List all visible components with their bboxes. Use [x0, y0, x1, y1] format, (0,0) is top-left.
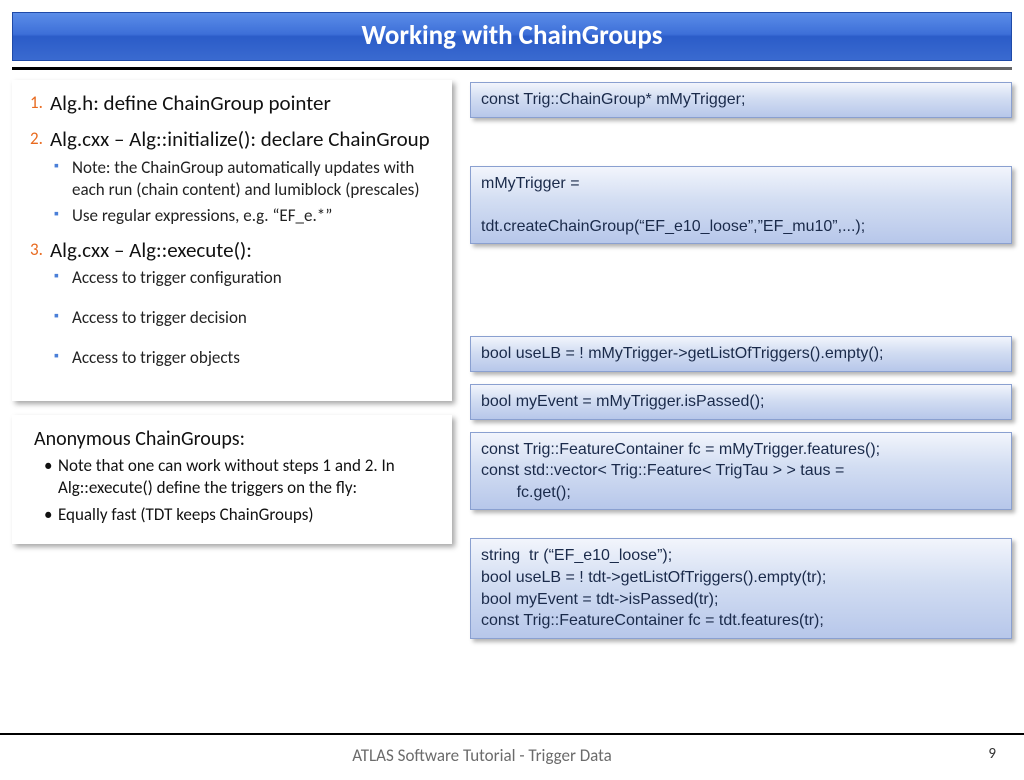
step-3-head: Alg.cxx – Alg::execute(): — [30, 237, 436, 263]
step-3-sub-2: Access to trigger decision — [54, 307, 436, 329]
page-number: 9 — [964, 745, 1024, 766]
code-box-1: const Trig::ChainGroup* mMyTrigger; — [470, 82, 1012, 118]
step-3: Alg.cxx – Alg::execute(): Access to trig… — [30, 237, 436, 370]
step-3-subs: Access to trigger configuration Access t… — [54, 267, 436, 369]
code-box-5: const Trig::FeatureContainer fc = mMyTri… — [470, 432, 1012, 511]
step-1-head: Alg.h: define ChainGroup pointer — [30, 90, 436, 116]
anonymous-head: Anonymous ChainGroups: — [34, 427, 436, 451]
anonymous-sub-2: Equally fast (TDT keeps ChainGroups) — [44, 504, 436, 526]
slide-title: Working with ChainGroups — [12, 12, 1012, 61]
footer-text: ATLAS Software Tutorial - Trigger Data — [0, 745, 964, 766]
step-2-sub-1: Note: the ChainGroup automatically updat… — [54, 157, 436, 201]
right-column: const Trig::ChainGroup* mMyTrigger; mMyT… — [470, 80, 1012, 651]
main-steps-list: Alg.h: define ChainGroup pointer Alg.cxx… — [30, 90, 436, 369]
step-2-head: Alg.cxx – Alg::initialize(): declare Cha… — [30, 126, 436, 152]
code-box-3: bool useLB = ! mMyTrigger->getListOfTrig… — [470, 336, 1012, 372]
slide-body: Alg.h: define ChainGroup pointer Alg.cxx… — [0, 70, 1024, 651]
step-2-sub-2: Use regular expressions, e.g. “EF_e.*” — [54, 205, 436, 227]
anonymous-sub-1: Note that one can work without steps 1 a… — [44, 455, 436, 499]
left-column: Alg.h: define ChainGroup pointer Alg.cxx… — [12, 80, 452, 651]
code-box-4: bool myEvent = mMyTrigger.isPassed(); — [470, 384, 1012, 420]
code-box-6: string tr (“EF_e10_loose”); bool useLB =… — [470, 538, 1012, 638]
step-3-sub-3: Access to trigger objects — [54, 347, 436, 369]
step-3-sub-1: Access to trigger configuration — [54, 267, 436, 289]
slide-footer: ATLAS Software Tutorial - Trigger Data 9 — [0, 733, 1024, 766]
code-box-2: mMyTrigger = tdt.createChainGroup(“EF_e1… — [470, 166, 1012, 245]
step-1: Alg.h: define ChainGroup pointer — [30, 90, 436, 116]
anonymous-card: Anonymous ChainGroups: Note that one can… — [12, 415, 452, 543]
main-steps-card: Alg.h: define ChainGroup pointer Alg.cxx… — [12, 80, 452, 401]
step-2-subs: Note: the ChainGroup automatically updat… — [54, 157, 436, 227]
anonymous-subs: Note that one can work without steps 1 a… — [44, 455, 436, 525]
step-2: Alg.cxx – Alg::initialize(): declare Cha… — [30, 126, 436, 227]
